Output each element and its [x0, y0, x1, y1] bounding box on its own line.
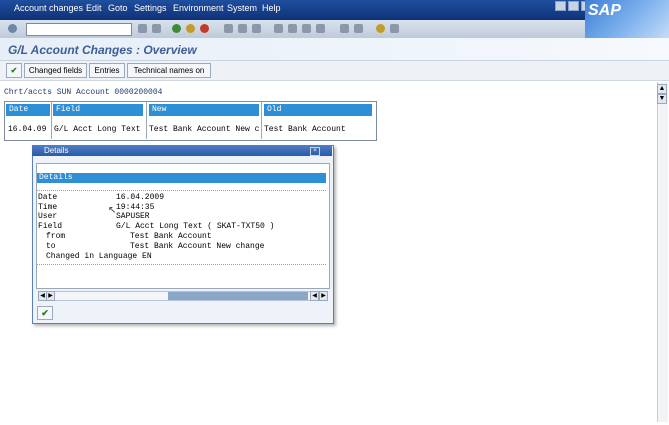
new-session-icon[interactable]	[340, 24, 349, 33]
changed-fields-button[interactable]: Changed fields	[24, 63, 87, 78]
menu-account-changes[interactable]: Account changes	[14, 3, 83, 13]
table-cell-new[interactable]: Test Bank Account New c	[149, 125, 259, 134]
command-field[interactable]	[26, 23, 132, 36]
table-cell-old[interactable]: Test Bank Account	[264, 125, 346, 134]
first-page-icon[interactable]	[274, 24, 283, 33]
page-title: G/L Account Changes : Overview	[8, 43, 197, 57]
cancel-icon[interactable]	[200, 24, 209, 33]
dialog-title-bar[interactable]	[32, 145, 332, 156]
previous-page-icon[interactable]	[288, 24, 297, 33]
time-label: Time	[38, 203, 58, 212]
find-icon[interactable]	[238, 24, 247, 33]
last-page-icon[interactable]	[316, 24, 325, 33]
to-value: Test Bank Account New change	[130, 242, 265, 251]
entries-button[interactable]: Entries	[89, 63, 125, 78]
layout-menu-icon[interactable]	[390, 24, 399, 33]
menu-edit[interactable]: Edit	[86, 3, 102, 13]
shortcut-icon[interactable]	[354, 24, 363, 33]
column-divider	[146, 101, 147, 139]
column-divider	[261, 101, 262, 139]
scroll-thumb[interactable]	[168, 292, 308, 300]
enter-icon[interactable]	[8, 24, 17, 33]
scroll-right-icon[interactable]: ▶	[46, 291, 55, 301]
standard-toolbar	[0, 20, 585, 39]
time-value: 19:44:35	[116, 203, 155, 212]
to-label: to	[46, 242, 56, 251]
scroll-down-icon[interactable]: ▼	[657, 94, 667, 104]
dialog-ok-button[interactable]: ✔	[37, 306, 53, 320]
from-label: from	[46, 232, 66, 241]
table-cell-field[interactable]: G/L Acct Long Text	[54, 125, 140, 134]
mouse-cursor-icon: ↖	[108, 205, 117, 216]
account-header: Chrt/accts SUN Account 0000200004	[4, 88, 163, 97]
check-button[interactable]: ✔	[6, 63, 22, 78]
field-label: Field	[38, 222, 63, 231]
sap-logo: SAP	[588, 2, 621, 19]
print-icon[interactable]	[224, 24, 233, 33]
next-page-icon[interactable]	[302, 24, 311, 33]
save-icon[interactable]	[152, 24, 161, 33]
user-value: SAPUSER	[116, 212, 150, 221]
back-icon[interactable]	[172, 24, 181, 33]
user-label: User	[38, 212, 58, 221]
help-icon[interactable]	[376, 24, 385, 33]
menu-help[interactable]: Help	[262, 3, 281, 13]
vertical-scrollbar[interactable]	[657, 82, 668, 422]
col-header-date[interactable]: Date	[6, 104, 50, 116]
menu-system[interactable]: System	[227, 3, 257, 13]
field-value: G/L Acct Long Text ( SKAT-TXT50 )	[116, 222, 275, 231]
dialog-close-icon[interactable]: ×	[310, 147, 320, 156]
menu-goto[interactable]: Goto	[108, 3, 128, 13]
maximize-button[interactable]	[568, 1, 579, 11]
dialog-title: Details	[44, 146, 69, 155]
menu-settings[interactable]: Settings	[134, 3, 167, 13]
exit-icon[interactable]	[186, 24, 195, 33]
minimize-button[interactable]	[555, 1, 566, 11]
col-header-old[interactable]: Old	[264, 104, 372, 116]
technical-names-button[interactable]: Technical names on	[127, 63, 211, 78]
scroll-left-icon[interactable]: ◀	[310, 291, 319, 301]
check-icon: ✔	[10, 66, 18, 75]
find-next-icon[interactable]	[252, 24, 261, 33]
menu-environment[interactable]: Environment	[173, 3, 224, 13]
details-section-header: Details	[37, 173, 326, 183]
dropdown-icon[interactable]	[138, 24, 147, 33]
col-header-field[interactable]: Field	[53, 104, 143, 116]
date-label: Date	[38, 193, 58, 202]
scroll-up-icon[interactable]: ▲	[657, 84, 667, 94]
col-header-new[interactable]: New	[149, 104, 259, 116]
scroll-right-icon[interactable]: ▶	[319, 291, 328, 301]
table-cell-date[interactable]: 16.04.09	[8, 125, 46, 134]
date-value: 16.04.2009	[116, 193, 165, 202]
from-value: Test Bank Account	[130, 232, 212, 241]
column-divider	[51, 101, 52, 139]
language-line: Changed in Language EN	[46, 252, 152, 261]
